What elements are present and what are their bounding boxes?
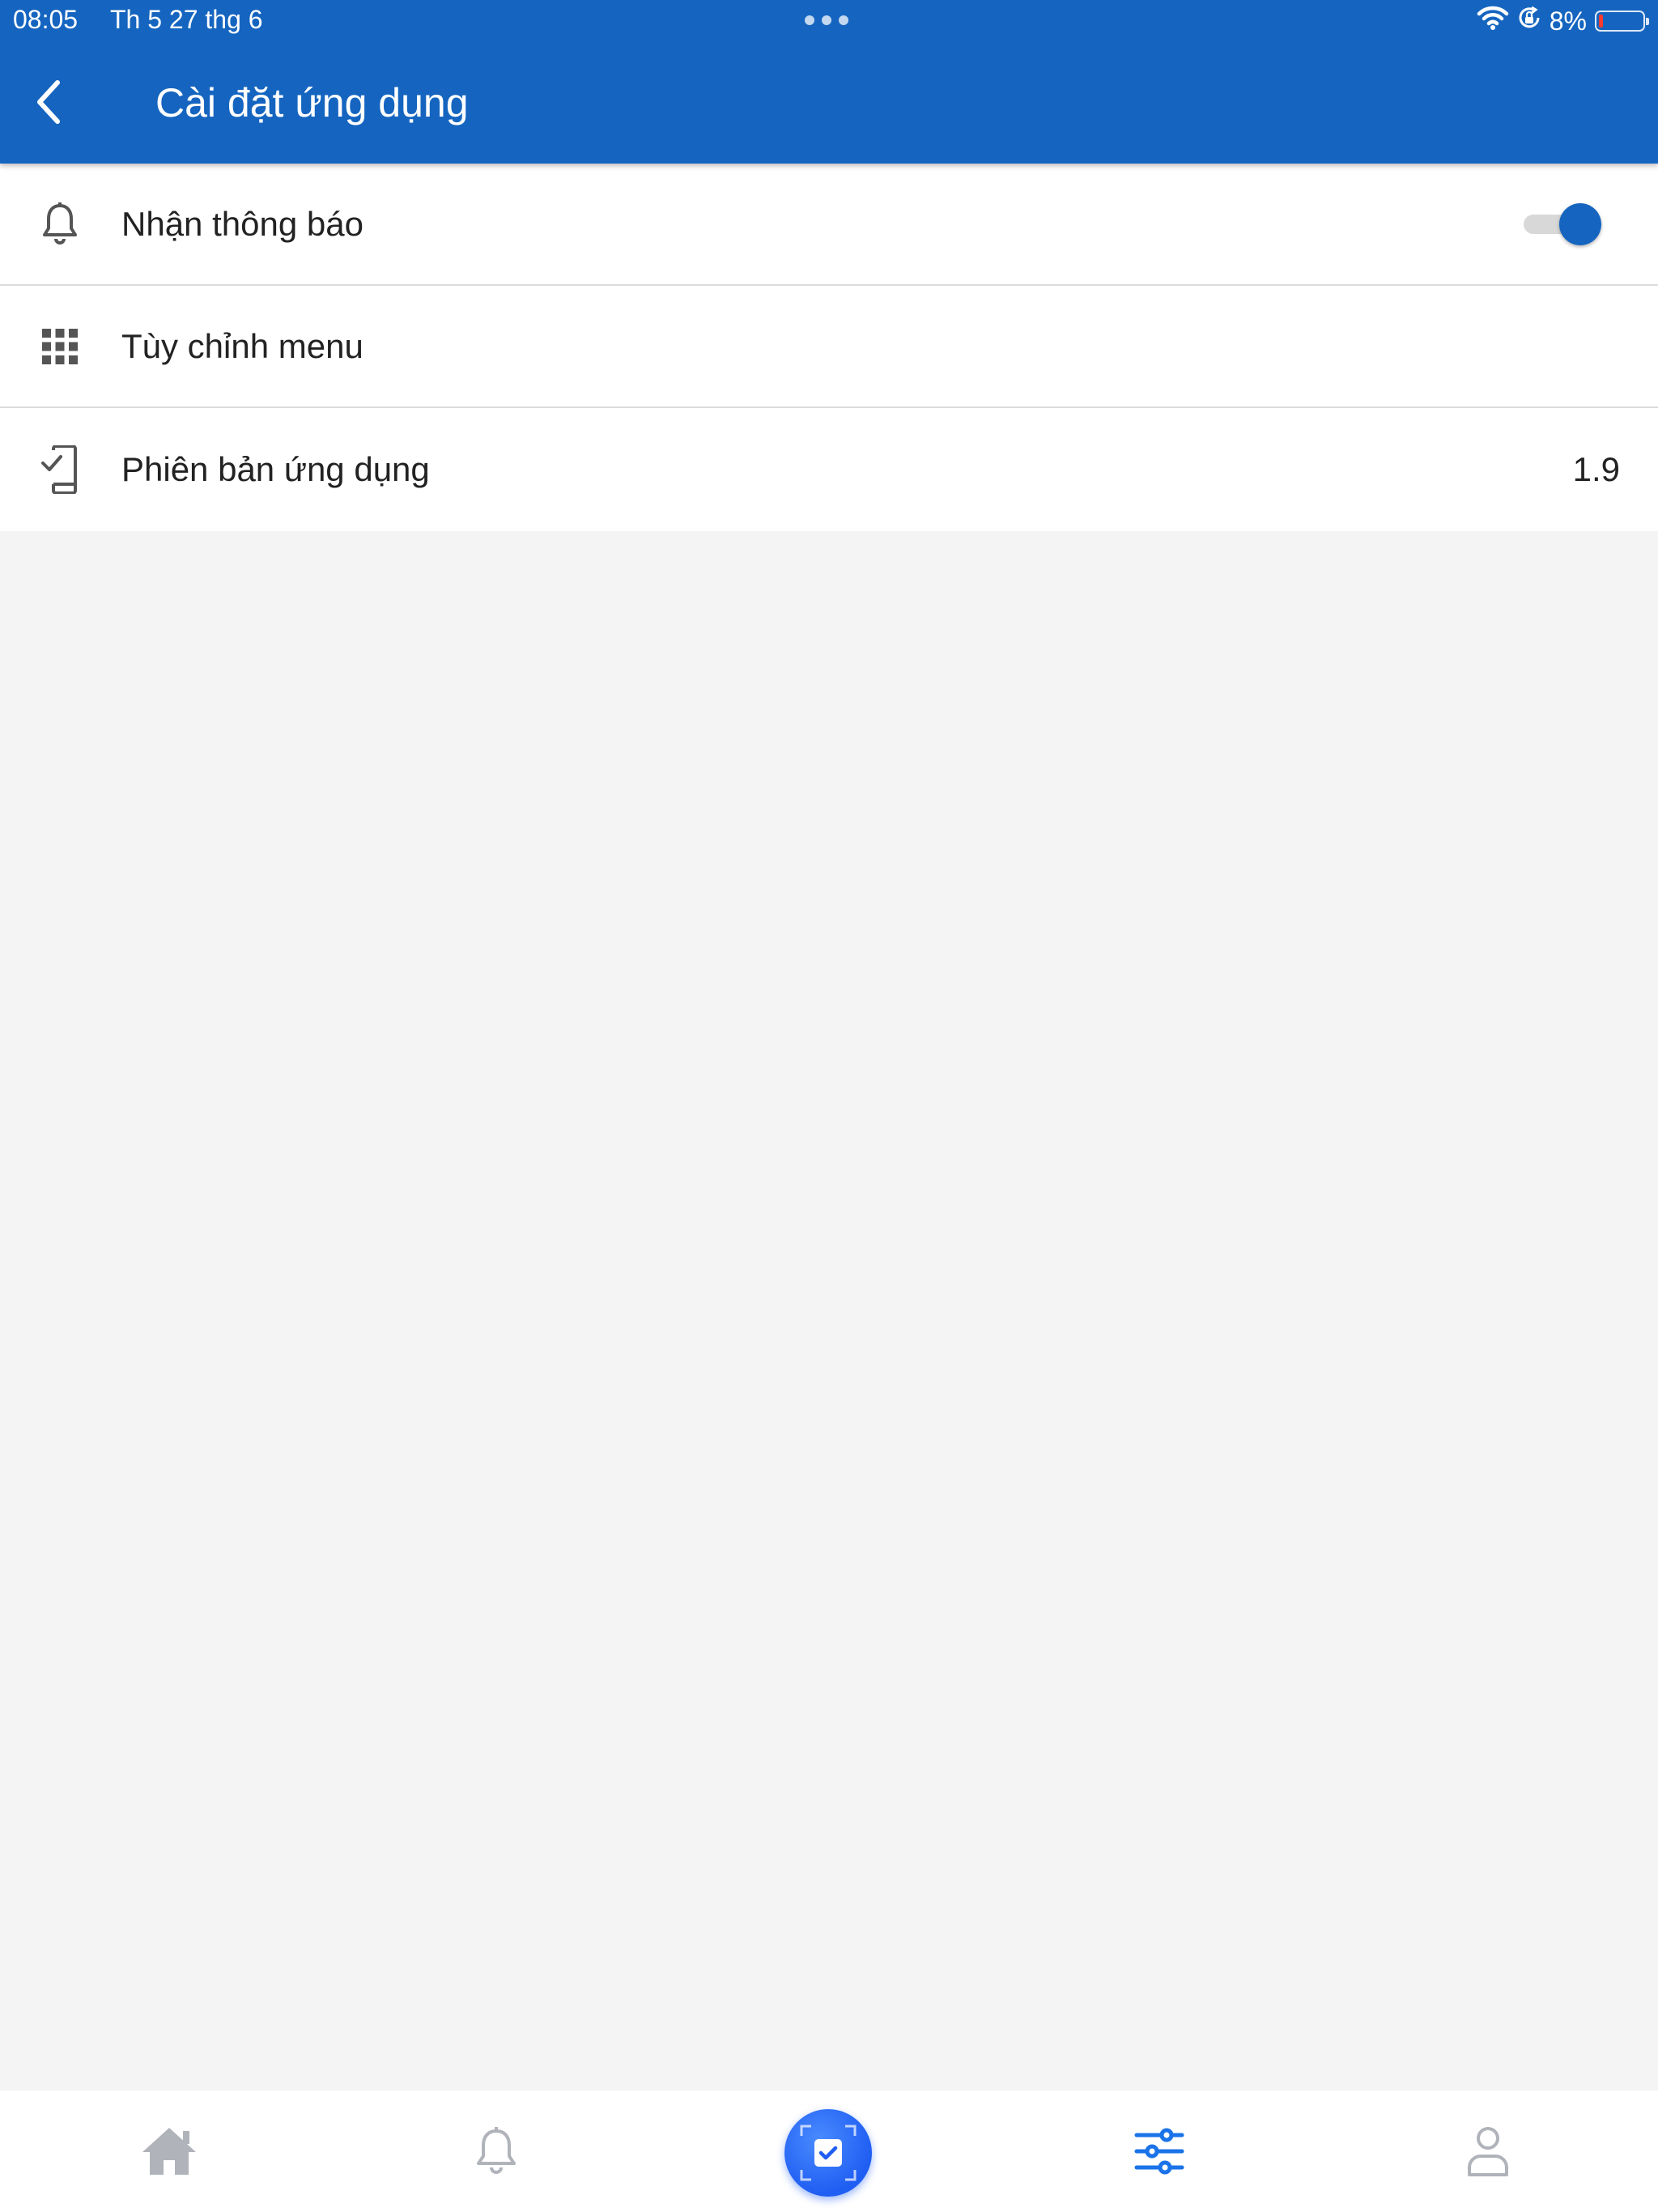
nav-notifications[interactable] [448, 2103, 545, 2200]
scan-check-icon [800, 2125, 857, 2181]
bell-icon [37, 202, 83, 247]
setting-row-customize-menu[interactable]: Tùy chỉnh menu [0, 286, 1658, 408]
bell-icon [477, 2127, 516, 2174]
nav-settings[interactable] [1111, 2103, 1208, 2200]
scan-check-button[interactable] [784, 2109, 872, 2197]
setting-label: Tùy chỉnh menu [121, 326, 363, 365]
home-icon [142, 2128, 196, 2175]
phone-check-icon [37, 445, 83, 494]
orientation-lock-icon [1517, 6, 1541, 36]
setting-row-app-version: Phiên bản ứng dụng 1.9 [0, 408, 1658, 531]
user-icon [1468, 2127, 1508, 2176]
battery-percent: 8% [1549, 6, 1587, 36]
status-date: Th 5 27 thg 6 [110, 5, 263, 34]
wifi-icon [1477, 5, 1509, 37]
chevron-left-icon [37, 80, 60, 124]
status-time: 08:05 [13, 5, 79, 34]
setting-row-notifications[interactable]: Nhận thông báo [0, 164, 1658, 286]
toggle-knob [1559, 202, 1601, 245]
back-button[interactable] [24, 73, 73, 131]
sliders-icon [1134, 2128, 1184, 2175]
nav-profile[interactable] [1439, 2103, 1537, 2200]
app-version-value: 1.9 [1572, 450, 1620, 488]
multitasking-dots-icon[interactable] [805, 15, 848, 25]
settings-list: Nhận thông báo Tùy chỉnh menu Phiên bản … [0, 164, 1658, 531]
setting-label: Phiên bản ứng dụng [121, 450, 430, 488]
status-right: 8% [1477, 5, 1649, 37]
notifications-toggle[interactable] [1524, 202, 1601, 247]
grid-icon [37, 324, 83, 369]
bottom-nav [0, 2091, 1658, 2212]
battery-icon [1595, 11, 1649, 32]
app-header: 08:05 Th 5 27 thg 6 8% Cài đặt ứng dụng [0, 0, 1658, 164]
page-title: Cài đặt ứng dụng [155, 80, 469, 125]
setting-label: Nhận thông báo [121, 204, 363, 243]
nav-home[interactable] [121, 2103, 218, 2200]
